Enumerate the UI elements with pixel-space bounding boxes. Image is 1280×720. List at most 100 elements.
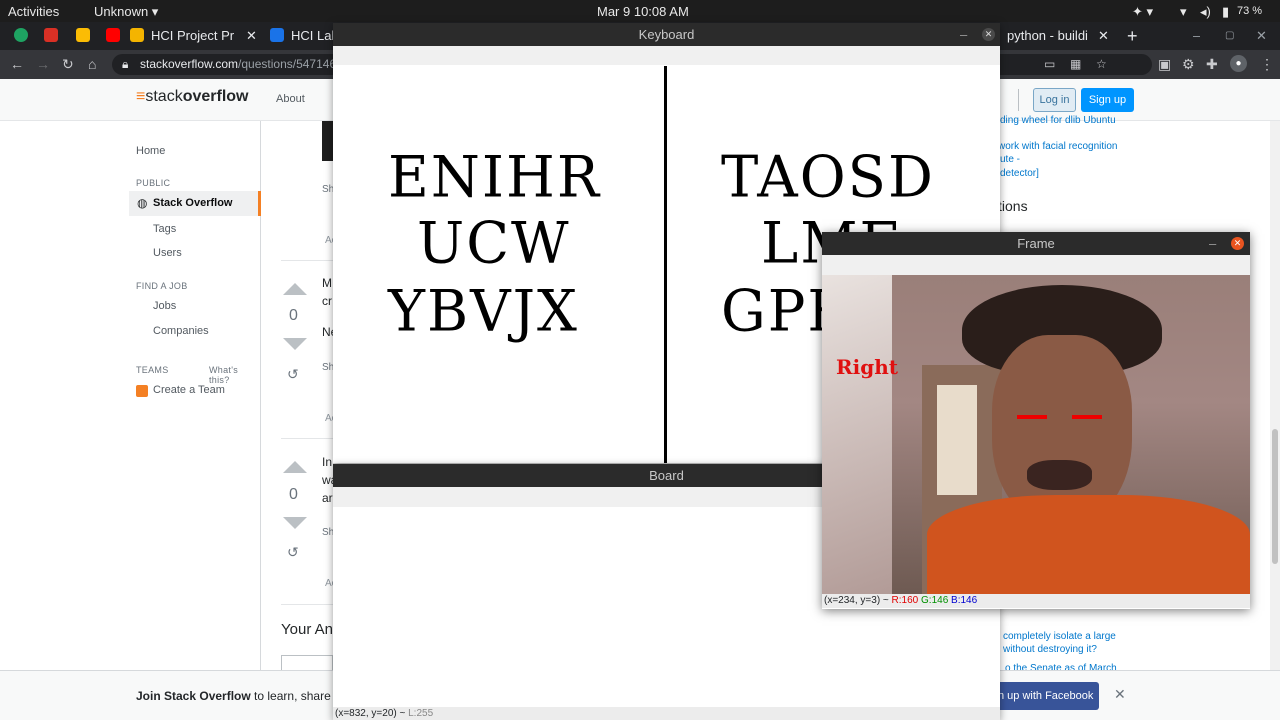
- youtube-icon[interactable]: [106, 22, 120, 50]
- b-value: B:146: [951, 595, 978, 606]
- grid-icon[interactable]: ▦: [1070, 54, 1081, 75]
- vote-count: 0: [289, 486, 298, 503]
- signup-button[interactable]: Sign up: [1081, 88, 1134, 112]
- history-icon[interactable]: ↺: [287, 366, 299, 383]
- menu-kebab-icon[interactable]: ⋮: [1260, 56, 1274, 73]
- banner-close-icon[interactable]: ✕: [1114, 686, 1126, 703]
- downvote-icon[interactable]: [283, 338, 307, 350]
- bookmark-star-icon[interactable]: ☆: [1096, 54, 1107, 75]
- related-question[interactable]: detector]: [1000, 167, 1039, 180]
- battery-level: 73 %: [1237, 5, 1263, 17]
- answer-editor[interactable]: [281, 655, 333, 670]
- globe-icon: ◍: [137, 196, 148, 210]
- divider: [281, 438, 333, 439]
- nav-users[interactable]: Users: [153, 247, 182, 259]
- create-team-link[interactable]: Create a Team: [153, 384, 225, 396]
- downvote-icon[interactable]: [283, 517, 307, 529]
- nav-home[interactable]: Home: [136, 145, 165, 157]
- banner-text: Join Stack Overflow to learn, share: [136, 689, 331, 703]
- upvote-icon[interactable]: [283, 461, 307, 473]
- volume-icon[interactable]: ◂): [1200, 4, 1211, 20]
- related-question[interactable]: ute -: [1000, 153, 1020, 166]
- facebook-signup-button[interactable]: n up with Facebook: [990, 682, 1099, 710]
- close-icon[interactable]: ✕: [1231, 237, 1244, 250]
- tab-hci-project[interactable]: HCI Project Pr: [130, 22, 265, 50]
- direction-label: Right: [836, 355, 898, 379]
- frame-titlebar[interactable]: Frame – ✕: [822, 232, 1250, 255]
- tab-close-icon[interactable]: ✕: [1098, 22, 1112, 50]
- home-icon[interactable]: ⌂: [88, 56, 96, 72]
- upvote-icon[interactable]: [283, 283, 307, 295]
- battery-icon[interactable]: ▮: [1222, 4, 1229, 20]
- your-answer-heading: Your Ans: [281, 621, 341, 638]
- divider: [281, 260, 333, 261]
- extensions-puzzle-icon[interactable]: ✚: [1206, 56, 1218, 73]
- accessibility-icon[interactable]: ✦ ▾: [1132, 4, 1153, 20]
- reload-icon[interactable]: ↻: [62, 56, 74, 73]
- sidebar-heading: tions: [998, 198, 1028, 214]
- tab-close-icon[interactable]: ✕: [246, 22, 260, 50]
- back-icon[interactable]: ←: [10, 56, 24, 72]
- frame-window: Frame – ✕ Right (x=234, y=3) ~ R:160 G:1…: [822, 232, 1250, 609]
- forward-icon[interactable]: →: [36, 56, 50, 72]
- divider: [281, 604, 333, 605]
- beard: [1027, 460, 1092, 490]
- new-tab-button[interactable]: +: [1127, 22, 1138, 50]
- left-key-row-3[interactable]: YBVJX: [388, 278, 579, 345]
- code-thumbnail: [322, 121, 333, 161]
- history-icon[interactable]: ↺: [287, 544, 299, 561]
- team-icon: [136, 385, 148, 397]
- minimize-icon[interactable]: –: [1209, 232, 1216, 255]
- left-key-row-1[interactable]: ENIHR: [388, 144, 601, 211]
- left-key-row-2[interactable]: UCW: [417, 210, 571, 277]
- nav-jobs[interactable]: Jobs: [153, 300, 176, 312]
- cast-icon[interactable]: ▭: [1044, 54, 1055, 75]
- clock[interactable]: Mar 9 10:08 AM: [597, 4, 689, 19]
- profile-avatar[interactable]: ●: [1230, 55, 1247, 72]
- related-question[interactable]: work with facial recognition: [998, 140, 1118, 153]
- maximize-icon[interactable]: ▢: [1225, 22, 1234, 50]
- system-top-bar: Activities Unknown ▾ Mar 9 10:08 AM ✦ ▾ …: [0, 0, 1280, 22]
- frame-status: (x=234, y=3) ~ R:160 G:146 B:146: [822, 594, 1250, 608]
- tab-pinned-1[interactable]: [14, 22, 28, 50]
- related-question[interactable]: ding wheel for dlib Ubuntu: [1000, 114, 1116, 127]
- answer-text: ar: [322, 491, 333, 505]
- extension-icon[interactable]: ▣: [1158, 56, 1171, 73]
- keyboard-divider: [664, 66, 667, 463]
- app-menu[interactable]: Unknown ▾: [94, 4, 158, 20]
- g-value: G:146: [921, 595, 949, 606]
- keyboard-toolbar: [333, 46, 1000, 65]
- keyboard-titlebar[interactable]: Keyboard – ✕: [333, 23, 1000, 46]
- r-value: R:160: [891, 595, 919, 606]
- window-light: [937, 385, 977, 495]
- window-close-icon[interactable]: ✕: [1256, 22, 1267, 50]
- close-icon[interactable]: ✕: [982, 28, 995, 41]
- activities-button[interactable]: Activities: [8, 4, 59, 19]
- page-scrollbar[interactable]: [1270, 121, 1280, 670]
- whats-this-link[interactable]: What's this?: [209, 365, 260, 385]
- hot-question[interactable]: completely isolate a large: [1003, 630, 1116, 643]
- minimize-icon[interactable]: –: [960, 23, 967, 46]
- nav-teams-header: TEAMS: [136, 365, 169, 375]
- gmail-icon[interactable]: [44, 22, 58, 50]
- nav-stack-overflow[interactable]: ◍ Stack Overflow: [129, 191, 261, 216]
- so-logo[interactable]: ≡stackoverflow: [136, 88, 248, 106]
- hot-question[interactable]: without destroying it?: [1003, 643, 1097, 656]
- right-eye-marker: [1072, 415, 1102, 419]
- frame-toolbar: [822, 255, 1250, 275]
- extension-icon-2[interactable]: ⚙: [1182, 56, 1195, 73]
- answer-text: M: [322, 276, 332, 290]
- left-eye-marker: [1017, 415, 1047, 419]
- nav-companies[interactable]: Companies: [153, 325, 209, 337]
- right-key-row-1[interactable]: TAOSD: [721, 144, 935, 211]
- board-status: (x=832, y=20) ~ L:255: [333, 707, 1000, 720]
- about-link[interactable]: About: [276, 93, 305, 105]
- tab-python[interactable]: python - buildi: [1000, 22, 1100, 50]
- tab-hci-lab[interactable]: HCI Lal: [270, 22, 334, 50]
- network-icon[interactable]: ▾: [1180, 4, 1187, 20]
- minimize-icon[interactable]: –: [1193, 22, 1200, 50]
- nav-tags[interactable]: Tags: [153, 223, 176, 235]
- lock-icon: 🔒︎: [122, 57, 129, 71]
- drive-icon[interactable]: [76, 22, 90, 50]
- login-button[interactable]: Log in: [1033, 88, 1076, 112]
